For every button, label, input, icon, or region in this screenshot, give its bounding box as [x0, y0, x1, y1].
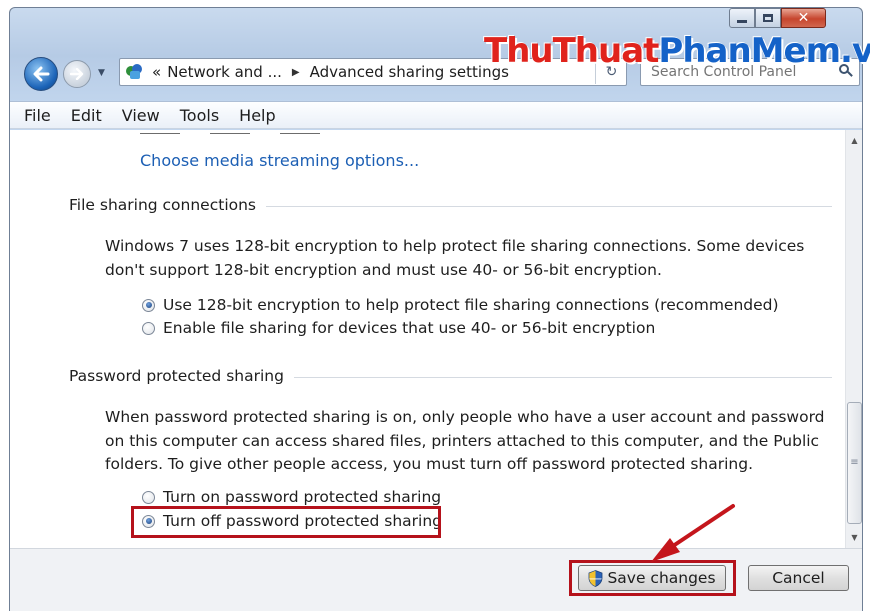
- menu-file[interactable]: File: [24, 106, 51, 125]
- minimize-icon: [737, 19, 747, 23]
- menu-view[interactable]: View: [122, 106, 160, 125]
- menu-help[interactable]: Help: [239, 106, 275, 125]
- cancel-label[interactable]: Cancel: [772, 569, 825, 587]
- address-prefix[interactable]: «: [152, 63, 161, 81]
- breadcrumb-separator-icon[interactable]: ▶: [292, 67, 300, 78]
- scroll-up-arrow-icon[interactable]: ▲: [846, 132, 863, 149]
- forward-arrow-icon: [70, 68, 84, 80]
- radio-turn-on-password-sharing[interactable]: Turn on password protected sharing: [142, 488, 441, 506]
- scroll-down-arrow-icon[interactable]: ▼: [846, 529, 863, 546]
- password-sharing-description: When password protected sharing is on, o…: [105, 408, 825, 473]
- scrollbar-thumb[interactable]: ≡: [847, 402, 862, 524]
- password-sharing-section-title: Password protected sharing: [69, 367, 294, 385]
- grip-icon: ≡: [850, 457, 859, 468]
- maximize-icon: [763, 14, 773, 22]
- back-button[interactable]: [24, 57, 58, 91]
- radio-label[interactable]: Turn on password protected sharing: [163, 488, 441, 506]
- control-panel-icon: [124, 63, 144, 81]
- highlight-annotation-box: [131, 506, 441, 538]
- radio-label[interactable]: Enable file sharing for devices that use…: [163, 319, 655, 337]
- settings-content: Choose media streaming options... File s…: [10, 130, 845, 548]
- media-streaming-link[interactable]: Choose media streaming options...: [140, 151, 419, 170]
- maximize-button[interactable]: [755, 8, 781, 28]
- cancel-button[interactable]: Cancel: [748, 565, 849, 591]
- file-sharing-description: Windows 7 uses 128-bit encryption to hel…: [105, 237, 805, 279]
- watermark-logo: ThuThuatPhanMem.vn: [484, 31, 870, 71]
- menu-bar: File Edit View Tools Help: [10, 101, 862, 129]
- recent-pages-dropdown[interactable]: ▼: [98, 68, 105, 78]
- file-sharing-section-title: File sharing connections: [69, 196, 267, 214]
- close-button[interactable]: ✕: [781, 8, 826, 28]
- menu-tools[interactable]: Tools: [180, 106, 219, 125]
- radio-button[interactable]: [142, 321, 155, 335]
- breadcrumb-advanced-sharing[interactable]: Advanced sharing settings: [310, 63, 509, 81]
- forward-button[interactable]: [63, 60, 91, 88]
- back-arrow-icon: [33, 66, 50, 82]
- radio-label[interactable]: Use 128-bit encryption to help protect f…: [163, 296, 779, 314]
- breadcrumb-network[interactable]: Network and ...: [167, 63, 282, 81]
- radio-option-40-56bit[interactable]: Enable file sharing for devices that use…: [142, 319, 655, 337]
- highlight-annotation-box: [569, 560, 736, 596]
- radio-option-128bit[interactable]: Use 128-bit encryption to help protect f…: [142, 296, 779, 314]
- minimize-button[interactable]: [729, 8, 755, 28]
- vertical-scrollbar[interactable]: ▲ ≡ ▼: [845, 130, 862, 548]
- menu-edit[interactable]: Edit: [71, 106, 102, 125]
- clipped-previous-text: [140, 130, 380, 134]
- radio-button[interactable]: [142, 490, 155, 504]
- close-icon: ✕: [797, 10, 810, 26]
- radio-button-checked[interactable]: [142, 298, 155, 312]
